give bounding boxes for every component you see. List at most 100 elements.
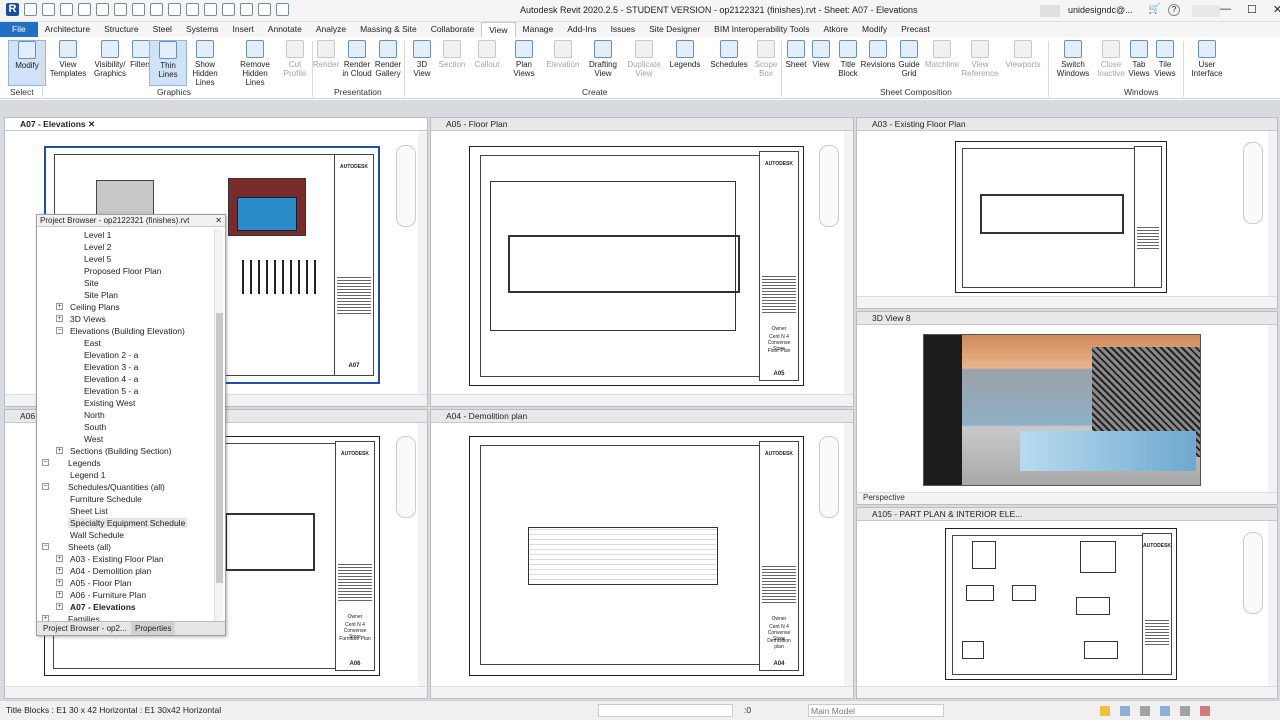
view-control-bar[interactable]: [5, 686, 427, 698]
render-gallery-button[interactable]: Render Gallery: [369, 40, 407, 78]
expand-icon[interactable]: +: [56, 567, 63, 574]
tree-item-existing-west[interactable]: Existing West: [84, 398, 135, 408]
navigation-bar[interactable]: [1243, 142, 1263, 224]
sheet-a04[interactable]: AUTODESK Owner Cent N 4 Convense Store D…: [469, 436, 804, 676]
navigation-bar[interactable]: [1243, 532, 1263, 614]
close-browser-icon[interactable]: ✕: [215, 215, 222, 227]
tree-item-east[interactable]: East: [84, 338, 101, 348]
expand-icon[interactable]: +: [56, 315, 63, 322]
tree-item-schedules[interactable]: Schedules/Quantities (all): [68, 482, 165, 492]
tab-modify[interactable]: Modify: [855, 22, 894, 37]
save-icon[interactable]: [42, 3, 55, 16]
tree-item-south[interactable]: South: [84, 422, 106, 432]
tree-item-sheet-list[interactable]: Sheet List: [70, 506, 108, 516]
tree-item-elevation-3[interactable]: Elevation 3 - a: [84, 362, 138, 372]
sheet-a03[interactable]: [955, 141, 1167, 293]
section-button[interactable]: Section: [433, 40, 471, 69]
view-tab-a03[interactable]: A03 - Existing Floor Plan: [857, 118, 1277, 131]
tree-item-level-1[interactable]: Level 1: [84, 230, 111, 240]
tree-item-furniture-schedule[interactable]: Furniture Schedule: [70, 494, 142, 504]
view-control-bar[interactable]: [857, 296, 1277, 308]
plan-views-button[interactable]: Plan Views: [505, 40, 543, 78]
tree-item-wall-schedule[interactable]: Wall Schedule: [70, 530, 124, 540]
tree-item-proposed-floor-plan[interactable]: Proposed Floor Plan: [84, 266, 162, 276]
tab-manage[interactable]: Manage: [516, 22, 561, 37]
project-browser[interactable]: Project Browser - op2122321 (finishes).r…: [36, 214, 226, 636]
tab-systems[interactable]: Systems: [179, 22, 226, 37]
sync-icon[interactable]: [60, 3, 73, 16]
close-view-icon[interactable]: ✕: [88, 119, 95, 129]
undo-icon[interactable]: [78, 3, 91, 16]
navigation-bar[interactable]: [396, 436, 416, 518]
view-tab-a105[interactable]: A105 - PART PLAN & INTERIOR ELE...: [857, 508, 1277, 521]
thin-lines-button[interactable]: Thin Lines: [149, 40, 187, 86]
legends-button[interactable]: Legends: [666, 40, 704, 69]
tree-item-elevation-5[interactable]: Elevation 5 - a: [84, 386, 138, 396]
tab-collaborate[interactable]: Collaborate: [424, 22, 481, 37]
3d-perspective-render[interactable]: [923, 334, 1201, 486]
tree-item-site[interactable]: Site: [84, 278, 99, 288]
expand-icon[interactable]: +: [56, 555, 63, 562]
tree-item-elevation-4[interactable]: Elevation 4 - a: [84, 374, 138, 384]
tree-item-sheet-a05[interactable]: A05 - Floor Plan: [70, 578, 131, 588]
tree-item-sheets[interactable]: Sheets (all): [68, 542, 111, 552]
select-underlay-icon[interactable]: [1120, 706, 1130, 716]
tab-steel[interactable]: Steel: [146, 22, 179, 37]
tab-view[interactable]: View: [481, 22, 516, 37]
tree-item-site-plan[interactable]: Site Plan: [84, 290, 118, 300]
view-control-bar[interactable]: [857, 686, 1277, 698]
show-hidden-lines-button[interactable]: Show Hidden Lines: [186, 40, 224, 87]
user-interface-button[interactable]: User Interface: [1188, 40, 1226, 78]
tab-issues[interactable]: Issues: [604, 22, 643, 37]
filter-icon[interactable]: [1200, 706, 1210, 716]
tab-properties[interactable]: Properties: [131, 622, 176, 635]
view-tab-a05[interactable]: A05 - Floor Plan: [431, 118, 853, 131]
navigation-bar[interactable]: [396, 145, 416, 227]
callout-button[interactable]: Callout: [468, 40, 506, 69]
tree-item-legends[interactable]: Legends: [68, 458, 101, 468]
tree-item-elevation-2[interactable]: Elevation 2 - a: [84, 350, 138, 360]
tree-item-west[interactable]: West: [84, 434, 103, 444]
viewports-button[interactable]: Viewports: [1004, 40, 1042, 69]
vertical-scrollbar[interactable]: [418, 423, 427, 686]
3d-view-icon[interactable]: [204, 3, 217, 16]
tab-insert[interactable]: Insert: [226, 22, 261, 37]
tab-architecture[interactable]: Architecture: [38, 22, 97, 37]
tree-item-sheet-a03[interactable]: A03 - Existing Floor Plan: [70, 554, 164, 564]
maximize-button[interactable]: ☐: [1247, 3, 1257, 16]
select-face-icon[interactable]: [1160, 706, 1170, 716]
tab-atkore[interactable]: Atkore: [816, 22, 855, 37]
tab-annotate[interactable]: Annotate: [261, 22, 309, 37]
tree-item-level-5[interactable]: Level 5: [84, 254, 111, 264]
view-tab-3d-view-8[interactable]: 3D View 8: [857, 312, 1277, 325]
switch-windows-icon[interactable]: [276, 3, 289, 16]
tree-item-3d-views[interactable]: 3D Views: [70, 314, 106, 324]
tree-item-legend-1[interactable]: Legend 1: [70, 470, 105, 480]
drafting-view-button[interactable]: Drafting View: [584, 40, 622, 78]
close-button[interactable]: ✕: [1273, 3, 1280, 16]
vertical-scrollbar[interactable]: [844, 131, 853, 394]
view-control-bar[interactable]: Perspective: [857, 492, 1277, 504]
cart-icon[interactable]: 🛒: [1148, 4, 1160, 16]
vertical-scrollbar[interactable]: [418, 131, 427, 394]
schedules-button[interactable]: Schedules: [710, 40, 748, 69]
view-tab-a07[interactable]: A07 - Elevations ✕: [5, 118, 427, 131]
select-pinned-icon[interactable]: [1140, 706, 1150, 716]
expand-icon[interactable]: +: [56, 579, 63, 586]
collapse-icon[interactable]: −: [56, 327, 63, 334]
expand-icon[interactable]: +: [56, 303, 63, 310]
search-box[interactable]: [1040, 5, 1060, 17]
tree-item-specialty-equipment-schedule[interactable]: Specialty Equipment Schedule: [68, 518, 188, 528]
vertical-scrollbar[interactable]: [1268, 131, 1277, 296]
open-icon[interactable]: [24, 3, 37, 16]
tree-item-sections[interactable]: Sections (Building Section): [70, 446, 172, 456]
redo-icon[interactable]: [96, 3, 109, 16]
navigation-bar[interactable]: [819, 145, 839, 227]
tree-item-north[interactable]: North: [84, 410, 105, 420]
switch-windows-button[interactable]: Switch Windows: [1054, 40, 1092, 78]
tab-analyze[interactable]: Analyze: [309, 22, 353, 37]
dimension-icon[interactable]: [150, 3, 163, 16]
tab-structure[interactable]: Structure: [97, 22, 146, 37]
tab-massing-site[interactable]: Massing & Site: [353, 22, 424, 37]
navigation-bar[interactable]: [819, 436, 839, 518]
